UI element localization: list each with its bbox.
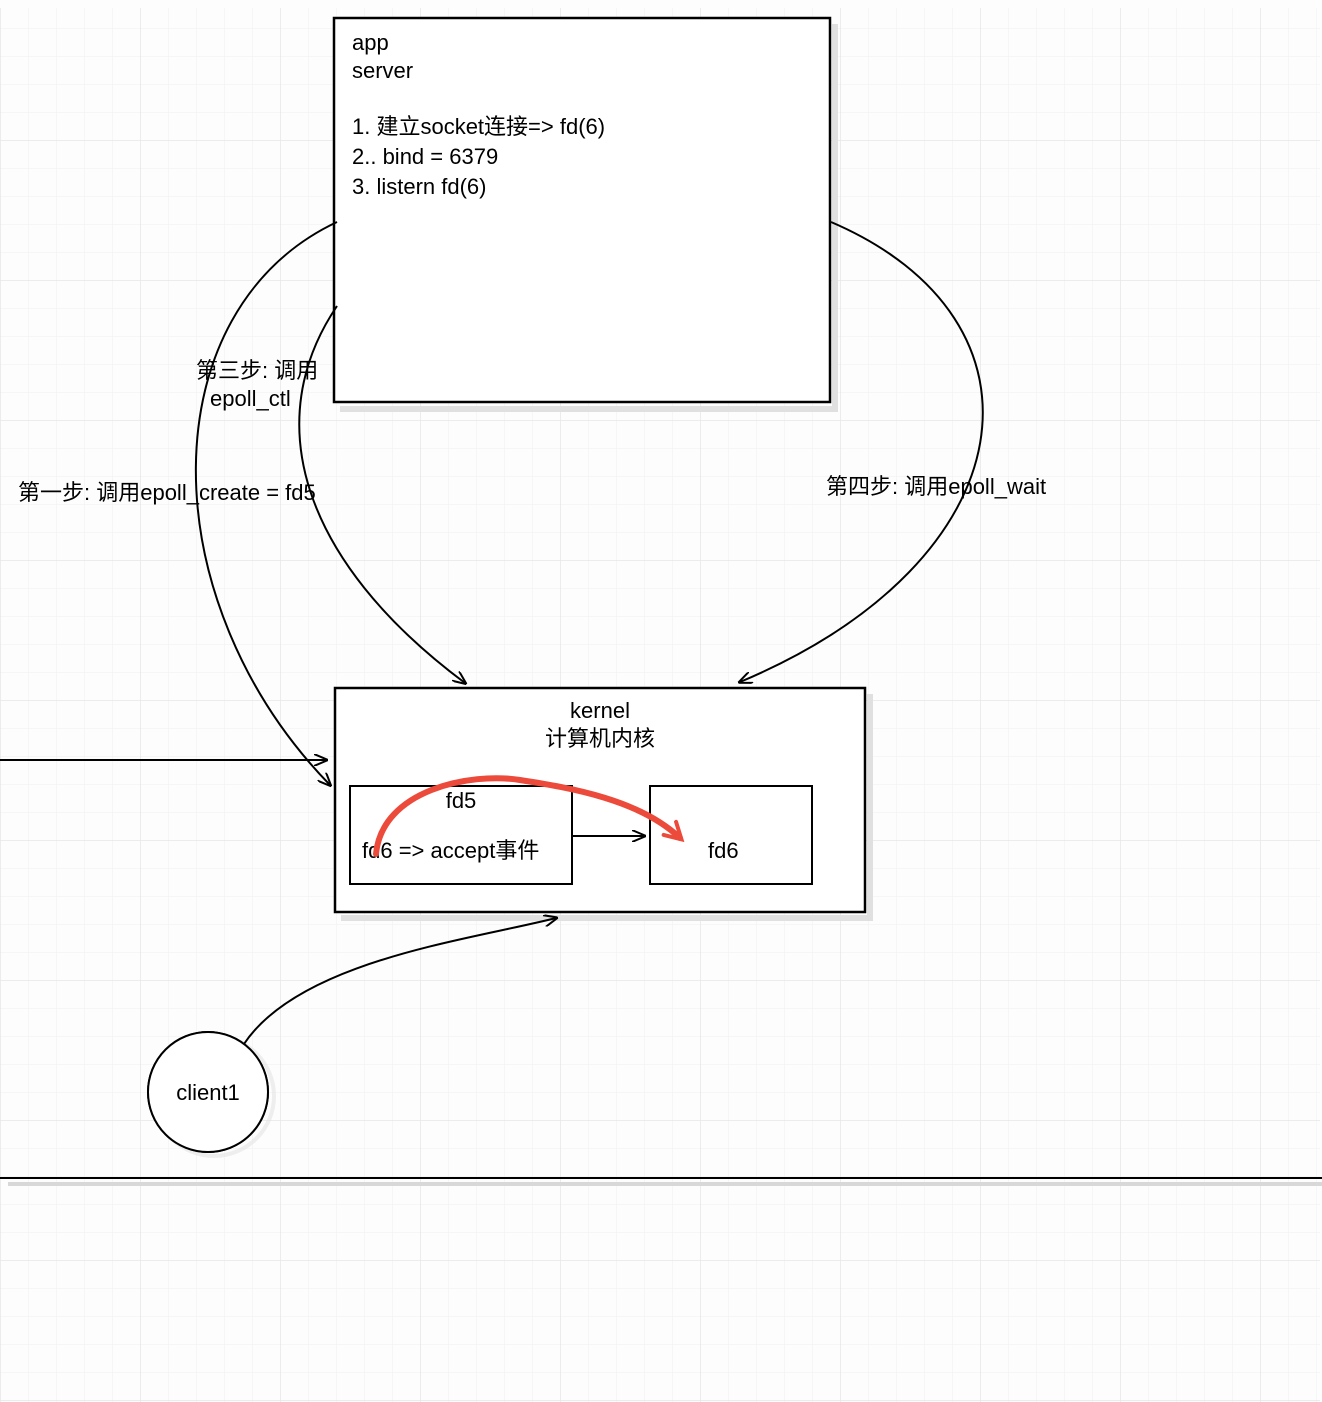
label-step3b: epoll_ctl [210, 386, 291, 411]
label-step3a: 第三步: 调用 [196, 358, 318, 383]
fd5-label: fd5 [446, 788, 477, 813]
fd6-label: fd6 [708, 838, 739, 863]
label-step1: 第一步: 调用epoll_create = fd5 [18, 480, 316, 505]
app-server-box: app server 1. 建立socket连接=> fd(6) 2.. bin… [334, 18, 838, 412]
app-step1: 1. 建立socket连接=> fd(6) [352, 114, 605, 139]
app-line2: server [352, 58, 413, 83]
diagram-canvas: app server 1. 建立socket连接=> fd(6) 2.. bin… [0, 0, 1322, 1402]
label-step4: 第四步: 调用epoll_wait [826, 474, 1046, 499]
kernel-title2: 计算机内核 [545, 726, 655, 751]
app-step3: 3. listern fd(6) [352, 174, 487, 199]
client1-label: client1 [176, 1080, 240, 1105]
fd5-content: fd6 => accept事件 [362, 838, 539, 863]
app-step2: 2.. bind = 6379 [352, 144, 498, 169]
kernel-title1: kernel [570, 698, 630, 723]
app-line1: app [352, 30, 389, 55]
